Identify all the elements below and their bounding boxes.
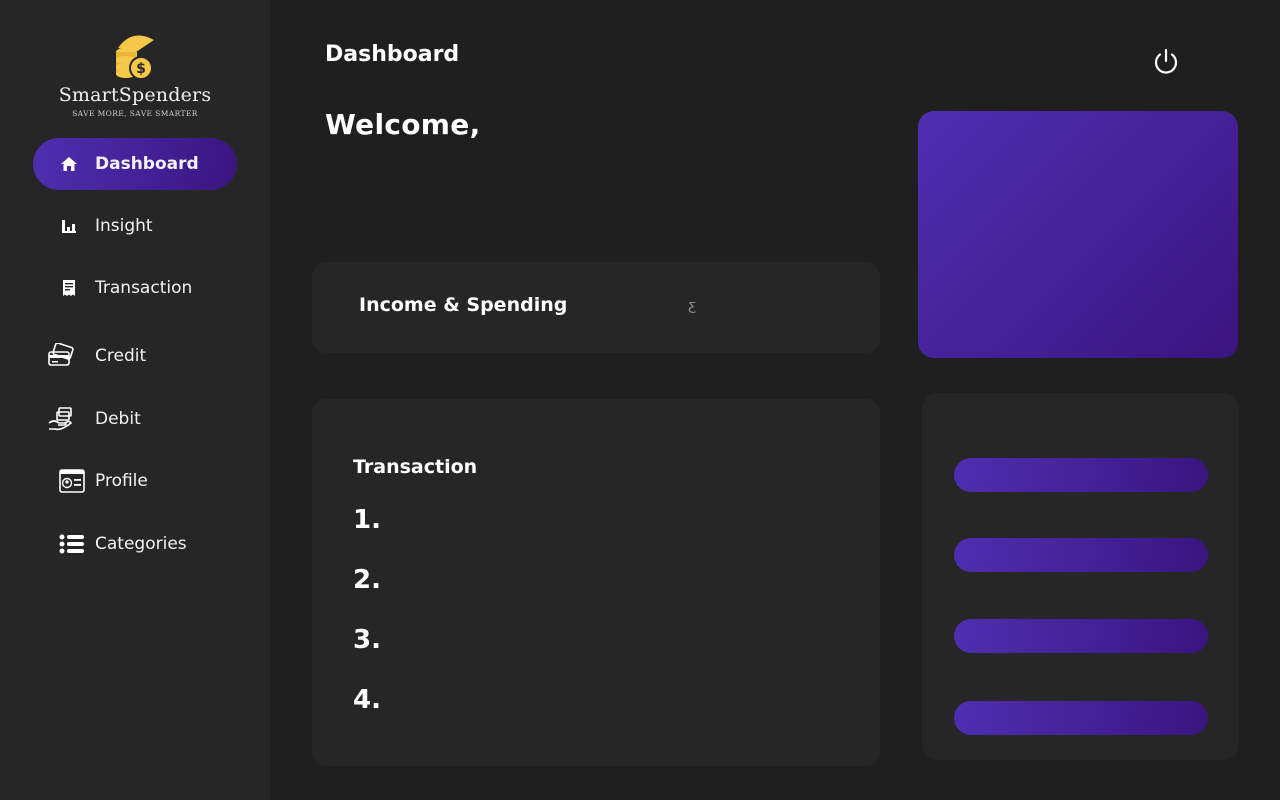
sidebar-item-dashboard[interactable]: Dashboard xyxy=(33,138,237,190)
transaction-title: Transaction xyxy=(353,456,478,478)
income-spending-title: Income & Spending xyxy=(359,294,568,316)
brand-tagline: SAVE MORE, SAVE SMARTER xyxy=(72,109,198,118)
sidebar-item-debit[interactable]: Debit xyxy=(33,393,237,445)
home-icon xyxy=(55,150,83,178)
sidebar-item-credit[interactable]: Credit xyxy=(33,330,237,382)
sidebar-item-transaction[interactable]: Transaction xyxy=(33,262,237,314)
sidebar-item-label: Profile xyxy=(95,471,148,491)
placeholder-pill-3[interactable] xyxy=(954,619,1208,653)
power-icon[interactable] xyxy=(1150,46,1182,78)
income-spending-card[interactable]: Income & Spending ƹ xyxy=(312,262,880,353)
promo-card[interactable] xyxy=(918,111,1238,358)
sidebar-item-label: Categories xyxy=(95,534,187,554)
list-item[interactable]: 2. xyxy=(353,565,381,625)
transaction-list: 1. 2. 3. 4. xyxy=(353,505,381,745)
welcome-heading: Welcome, xyxy=(325,108,481,141)
side-panel-card xyxy=(922,393,1239,760)
placeholder-pill-1[interactable] xyxy=(954,458,1208,492)
sidebar-item-label: Insight xyxy=(95,216,153,236)
coins-umbrella-logo-icon: $ xyxy=(116,35,154,80)
page-title: Dashboard xyxy=(325,42,460,67)
sidebar-item-categories[interactable]: Categories xyxy=(33,518,237,570)
list-item[interactable]: 1. xyxy=(353,505,381,565)
hand-money-icon xyxy=(47,405,75,433)
sidebar-item-label: Dashboard xyxy=(95,154,199,174)
receipt-icon xyxy=(55,274,83,302)
sidebar-item-label: Transaction xyxy=(95,278,193,298)
svg-text:$: $ xyxy=(136,61,146,77)
sidebar-item-label: Credit xyxy=(95,346,147,366)
sidebar-item-label: Debit xyxy=(95,409,141,429)
profile-card-icon xyxy=(58,467,86,495)
list-icon xyxy=(58,530,86,558)
transaction-card: Transaction 1. 2. 3. 4. xyxy=(312,399,880,766)
list-item[interactable]: 4. xyxy=(353,685,381,745)
sidebar: $ SmartSpenders SAVE MORE, SAVE SMARTER … xyxy=(0,0,270,800)
placeholder-pill-4[interactable] xyxy=(954,701,1208,735)
credit-card-icon xyxy=(47,342,75,370)
sidebar-item-insight[interactable]: Insight xyxy=(33,200,237,252)
income-spending-glyph: ƹ xyxy=(688,298,697,314)
placeholder-pill-2[interactable] xyxy=(954,538,1208,572)
brand-name: SmartSpenders xyxy=(58,84,212,106)
brand-logo[interactable]: $ SmartSpenders SAVE MORE, SAVE SMARTER xyxy=(0,30,270,118)
list-item[interactable]: 3. xyxy=(353,625,381,685)
bar-chart-icon xyxy=(55,212,83,240)
sidebar-item-profile[interactable]: Profile xyxy=(33,455,237,507)
